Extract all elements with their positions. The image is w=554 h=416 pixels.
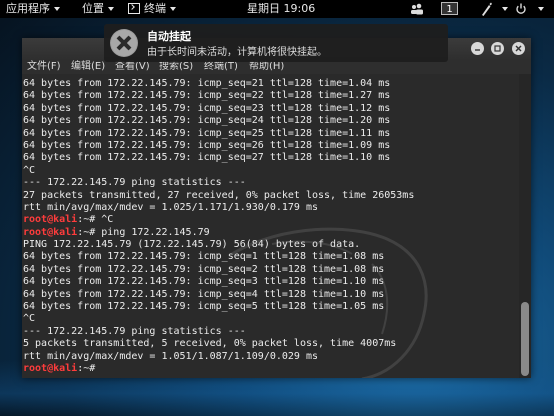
chevron-down-icon <box>54 7 60 11</box>
terminal-line: rtt min/avg/max/mdev = 1.025/1.171/1.930… <box>23 202 519 214</box>
chevron-down-icon <box>108 7 114 11</box>
places-menu[interactable]: 位置 <box>82 0 114 18</box>
terminal-line-text: :~# <box>77 362 102 374</box>
people-icon[interactable] <box>410 0 424 18</box>
terminal-line-text: --- 172.22.145.79 ping statistics --- <box>23 177 246 189</box>
terminal-line-text: 64 bytes from 172.22.145.79: icmp_seq=3 … <box>23 276 385 288</box>
terminal-line-text: --- 172.22.145.79 ping statistics --- <box>23 325 246 337</box>
terminal-line: root@kali:~# <box>23 363 519 375</box>
terminal-line-text: PING 172.22.145.79 (172.22.145.79) 56(84… <box>23 239 361 251</box>
applications-menu[interactable]: 应用程序 <box>6 0 60 18</box>
pen-icon[interactable] <box>480 0 492 18</box>
terminal-line-text: 27 packets transmitted, 27 received, 0% … <box>23 189 415 201</box>
terminal-line: root@kali:~# ^C <box>23 214 519 226</box>
terminal-line-text: rtt min/avg/max/mdev = 1.025/1.171/1.930… <box>23 201 319 213</box>
terminal-line: 64 bytes from 172.22.145.79: icmp_seq=3 … <box>23 276 519 288</box>
menu-view[interactable]: 查看(V) <box>115 60 150 74</box>
terminal-line: 64 bytes from 172.22.145.79: icmp_seq=26… <box>23 140 519 152</box>
terminal-output[interactable]: 64 bytes from 172.22.145.79: icmp_seq=21… <box>22 74 519 378</box>
clock-label: 星期日 19:06 <box>247 2 316 15</box>
terminal-line: 64 bytes from 172.22.145.79: icmp_seq=5 … <box>23 301 519 313</box>
terminal-line-text: 64 bytes from 172.22.145.79: icmp_seq=4 … <box>23 288 385 300</box>
maximize-button[interactable] <box>491 42 504 55</box>
menu-file[interactable]: 文件(F) <box>27 60 61 74</box>
places-label: 位置 <box>82 2 104 15</box>
minimize-button[interactable] <box>471 42 484 55</box>
terminal-app-menu[interactable]: 终端 <box>128 0 176 18</box>
menu-help[interactable]: 帮助(H) <box>249 60 284 74</box>
suspend-notification[interactable]: 自动挂起 由于长时间未活动，计算机将很快挂起。 <box>104 24 448 62</box>
top-panel: 应用程序 位置 终端 星期日 19:06 1 <box>0 0 554 18</box>
clock[interactable]: 星期日 19:06 <box>247 0 315 18</box>
chevron-down-icon <box>170 7 176 11</box>
applications-label: 应用程序 <box>6 2 50 15</box>
terminal-line-text: ^C <box>23 313 36 325</box>
notification-body: 由于长时间未活动，计算机将很快挂起。 <box>147 47 327 58</box>
terminal-window: 文件(F) 编辑(E) 查看(V) 搜索(S) 终端(T) 帮助(H) 64 b… <box>22 38 531 378</box>
terminal-line: rtt min/avg/max/mdev = 1.051/1.087/1.109… <box>23 351 519 363</box>
notification-title: 自动挂起 <box>147 30 191 43</box>
terminal-line-text: 64 bytes from 172.22.145.79: icmp_seq=27… <box>23 152 391 164</box>
chevron-down-icon[interactable] <box>534 0 544 18</box>
terminal-line: --- 172.22.145.79 ping statistics --- <box>23 177 519 189</box>
terminal-line: 64 bytes from 172.22.145.79: icmp_seq=2 … <box>23 264 519 276</box>
terminal-line-text: ^C <box>23 164 36 176</box>
terminal-line: ^C <box>23 313 519 325</box>
terminal-line-text: rtt min/avg/max/mdev = 1.051/1.087/1.109… <box>23 350 319 362</box>
terminal-icon <box>128 2 140 14</box>
terminal-line: 64 bytes from 172.22.145.79: icmp_seq=23… <box>23 103 519 115</box>
terminal-line: PING 172.22.145.79 (172.22.145.79) 56(84… <box>23 239 519 251</box>
terminal-line: 64 bytes from 172.22.145.79: icmp_seq=25… <box>23 128 519 140</box>
terminal-line-text: 64 bytes from 172.22.145.79: icmp_seq=25… <box>23 127 391 139</box>
shell-prompt: root@kali <box>23 362 78 374</box>
terminal-line: 27 packets transmitted, 27 received, 0% … <box>23 190 519 202</box>
terminal-line-text: 64 bytes from 172.22.145.79: icmp_seq=5 … <box>23 301 385 313</box>
terminal-line: 64 bytes from 172.22.145.79: icmp_seq=1 … <box>23 251 519 263</box>
terminal-line-text: :~# ^C <box>77 214 114 226</box>
terminal-line-text: 64 bytes from 172.22.145.79: icmp_seq=2 … <box>23 263 385 275</box>
terminal-app-label: 终端 <box>144 2 166 15</box>
menu-terminal[interactable]: 终端(T) <box>204 60 238 74</box>
terminal-line-text: 64 bytes from 172.22.145.79: icmp_seq=22… <box>23 90 391 102</box>
window-menubar: 文件(F) 编辑(E) 查看(V) 搜索(S) 终端(T) 帮助(H) <box>22 60 531 74</box>
shell-prompt: root@kali <box>23 226 78 238</box>
terminal-scrollbar[interactable] <box>519 74 531 378</box>
terminal-line-text: 64 bytes from 172.22.145.79: icmp_seq=21… <box>23 78 391 89</box>
close-button[interactable] <box>512 42 525 55</box>
scrollbar-thumb[interactable] <box>521 302 529 376</box>
terminal-line: 64 bytes from 172.22.145.79: icmp_seq=24… <box>23 115 519 127</box>
terminal-line-text: 64 bytes from 172.22.145.79: icmp_seq=24… <box>23 115 391 127</box>
terminal-line: 5 packets transmitted, 5 received, 0% pa… <box>23 338 519 350</box>
terminal-line: 64 bytes from 172.22.145.79: icmp_seq=22… <box>23 90 519 102</box>
terminal-line: --- 172.22.145.79 ping statistics --- <box>23 326 519 338</box>
terminal-line: 64 bytes from 172.22.145.79: icmp_seq=27… <box>23 152 519 164</box>
cancel-icon <box>110 29 138 57</box>
terminal-line: 64 bytes from 172.22.145.79: icmp_seq=21… <box>23 78 519 90</box>
power-icon[interactable] <box>515 0 527 18</box>
terminal-line-text: 64 bytes from 172.22.145.79: icmp_seq=1 … <box>23 251 385 263</box>
chevron-down-icon[interactable] <box>498 0 508 18</box>
menu-edit[interactable]: 编辑(E) <box>71 60 105 74</box>
terminal-line-text: 64 bytes from 172.22.145.79: icmp_seq=23… <box>23 102 391 114</box>
terminal-line: 64 bytes from 172.22.145.79: icmp_seq=4 … <box>23 289 519 301</box>
terminal-line: ^C <box>23 165 519 177</box>
workspace-indicator[interactable]: 1 <box>441 2 458 15</box>
terminal-line: root@kali:~# ping 172.22.145.79 <box>23 227 519 239</box>
shell-prompt: root@kali <box>23 214 78 226</box>
terminal-line-text: 64 bytes from 172.22.145.79: icmp_seq=26… <box>23 139 391 151</box>
menu-search[interactable]: 搜索(S) <box>159 60 193 74</box>
terminal-line-text: :~# ping 172.22.145.79 <box>77 226 210 238</box>
terminal-line-text: 5 packets transmitted, 5 received, 0% pa… <box>23 338 397 350</box>
